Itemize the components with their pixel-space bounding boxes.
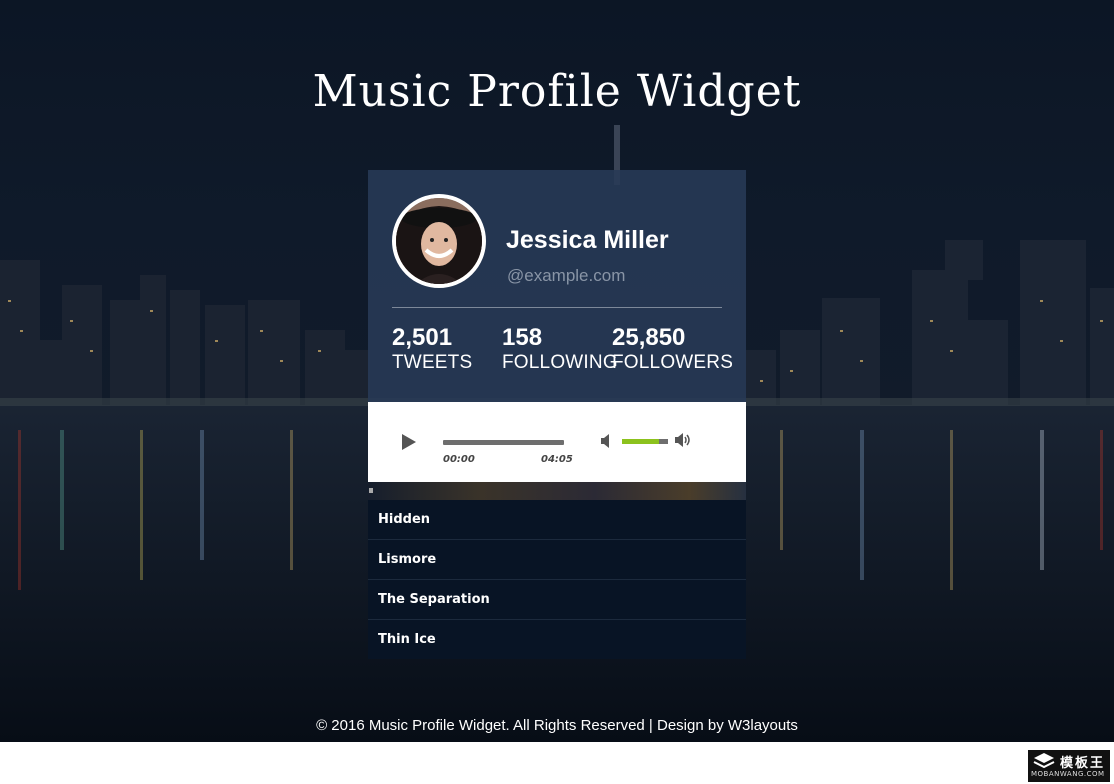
playlist-item[interactable]: Hidden (368, 500, 746, 540)
profile-card: Jessica Miller @example.com 2,501 TWEETS… (368, 170, 746, 402)
watermark-sub: MOBANWANG.COM (1031, 770, 1105, 778)
stat-value: 25,850 (612, 324, 686, 351)
progress-bar[interactable] (443, 440, 564, 445)
page-title: Music Profile Widget (312, 66, 802, 117)
current-time: 00:00 (443, 454, 475, 465)
playlist-header-strip (368, 482, 746, 500)
stat-tweets: 2,501 TWEETS (392, 324, 472, 374)
watermark-icon (1033, 753, 1055, 769)
volume-slider[interactable] (622, 439, 668, 444)
stat-following: 158 FOLLOWING (502, 324, 618, 374)
playlist: Hidden Lismore The Separation Thin Ice (368, 500, 746, 659)
avatar (392, 194, 486, 288)
stat-value: 2,501 (392, 324, 453, 351)
mute-icon[interactable] (600, 434, 612, 448)
strip-marker (369, 488, 373, 493)
playlist-item[interactable]: The Separation (368, 580, 746, 620)
profile-handle: @example.com (507, 266, 626, 285)
avatar-photo (396, 198, 482, 284)
profile-name: Jessica Miller (506, 226, 669, 254)
profile-divider (392, 307, 722, 308)
watermark-main: 模板王 (1060, 756, 1106, 771)
footer-text: © 2016 Music Profile Widget. All Rights … (316, 717, 728, 734)
playlist-item[interactable]: Thin Ice (368, 620, 746, 659)
volume-max-icon[interactable] (674, 433, 692, 447)
volume-fill (622, 439, 659, 444)
stat-label: TWEETS (392, 352, 473, 373)
footer-link[interactable]: W3layouts (728, 717, 798, 734)
stat-label: FOLLOWERS (612, 352, 734, 373)
watermark-logo: 模板王 MOBANWANG.COM (1028, 750, 1110, 782)
footer: © 2016 Music Profile Widget. All Rights … (0, 717, 1114, 734)
stat-value: 158 (502, 324, 543, 351)
audio-player: 00:00 04:05 (368, 402, 746, 482)
playlist-item[interactable]: Lismore (368, 540, 746, 580)
duration: 04:05 (541, 454, 573, 465)
play-icon[interactable] (402, 434, 416, 450)
stat-label: FOLLOWING (502, 352, 618, 373)
stat-followers: 25,850 FOLLOWERS (612, 324, 733, 374)
bottom-bar: 模板王 MOBANWANG.COM (0, 742, 1114, 784)
